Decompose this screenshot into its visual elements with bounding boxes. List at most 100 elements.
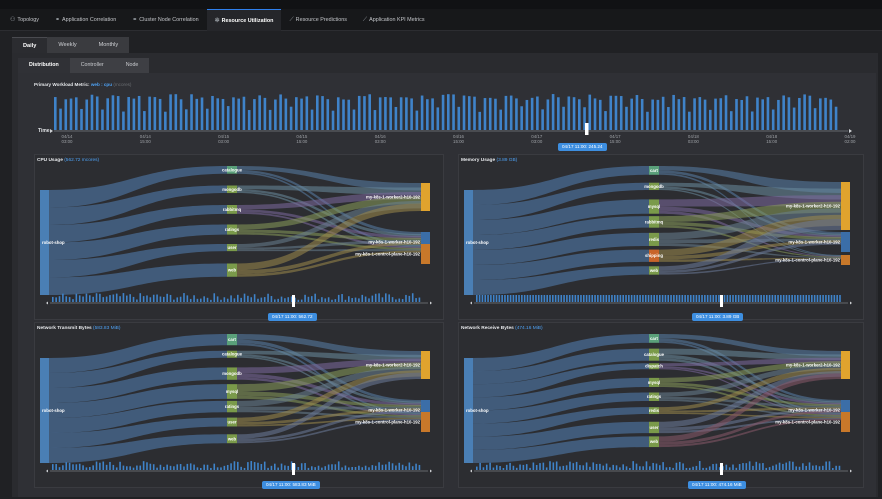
- mini-timeline-bar[interactable]: [391, 297, 394, 302]
- mini-timeline-bar[interactable]: [785, 295, 788, 302]
- mini-timeline-bar[interactable]: [668, 467, 671, 470]
- mini-timeline-bar[interactable]: [678, 461, 681, 470]
- mini-timeline-bar[interactable]: [126, 466, 128, 470]
- mini-timeline-bar[interactable]: [267, 293, 269, 302]
- mini-timeline-bar[interactable]: [361, 467, 364, 470]
- timeline-bar[interactable]: [541, 109, 544, 130]
- mini-timeline-bar[interactable]: [639, 295, 641, 302]
- mini-timeline-bar[interactable]: [102, 297, 105, 302]
- mini-timeline-bar[interactable]: [633, 295, 636, 302]
- mini-timeline-bar[interactable]: [609, 467, 611, 470]
- timeline-bar[interactable]: [394, 106, 398, 130]
- mini-timeline-bar[interactable]: [481, 295, 484, 302]
- mini-timeline-bar[interactable]: [398, 462, 401, 470]
- timeline-bar[interactable]: [672, 94, 675, 130]
- timeline-bar[interactable]: [782, 95, 785, 130]
- mini-timeline-bar[interactable]: [334, 299, 337, 302]
- mini-timeline-bar[interactable]: [186, 295, 189, 302]
- mini-timeline-bar[interactable]: [186, 463, 189, 470]
- mini-timeline-bar[interactable]: [129, 466, 131, 470]
- mini-timeline-bar[interactable]: [368, 467, 370, 470]
- mini-timeline-bar[interactable]: [300, 299, 303, 302]
- mini-timeline-bar[interactable]: [613, 295, 616, 302]
- mini-timeline-bar[interactable]: [589, 466, 591, 470]
- timeline-bar[interactable]: [326, 99, 330, 130]
- mini-timeline-bar[interactable]: [142, 296, 145, 302]
- period-tab-monthly[interactable]: Monthly: [87, 37, 130, 53]
- mini-timeline-bar[interactable]: [189, 298, 192, 302]
- mini-timeline-bar[interactable]: [757, 295, 760, 302]
- mini-timeline-bar[interactable]: [119, 461, 121, 470]
- timeline-bar[interactable]: [693, 98, 696, 130]
- mini-timeline-bar[interactable]: [665, 467, 668, 470]
- mini-timeline-bar[interactable]: [169, 294, 172, 302]
- timeline-bar[interactable]: [771, 109, 775, 130]
- timeline-bar[interactable]: [447, 94, 450, 130]
- timeline-bar[interactable]: [557, 97, 560, 130]
- timeline-bar[interactable]: [101, 109, 104, 130]
- scroll-left-icon[interactable]: [46, 301, 48, 305]
- mini-timeline-bar[interactable]: [532, 295, 534, 302]
- timeline-bar[interactable]: [357, 95, 361, 130]
- timeline-bar[interactable]: [646, 111, 649, 130]
- timeline-bar[interactable]: [604, 111, 607, 130]
- mini-timeline-bar[interactable]: [405, 466, 407, 470]
- timeline-bar[interactable]: [237, 98, 240, 130]
- mini-timeline-bar[interactable]: [263, 297, 266, 302]
- mini-timeline-bar[interactable]: [554, 295, 557, 302]
- timeline-bar[interactable]: [69, 98, 73, 130]
- mini-timeline-bar[interactable]: [715, 463, 718, 470]
- mini-timeline-bar[interactable]: [122, 465, 125, 470]
- mini-timeline-bar[interactable]: [595, 463, 598, 470]
- mini-timeline-bar[interactable]: [210, 299, 212, 302]
- mini-timeline-bar[interactable]: [772, 465, 774, 470]
- mini-timeline-bar[interactable]: [476, 466, 478, 470]
- mini-timeline-bar[interactable]: [284, 465, 286, 470]
- timeline-bar[interactable]: [688, 111, 691, 130]
- mini-timeline-bar[interactable]: [540, 295, 543, 302]
- mini-timeline-bar[interactable]: [92, 465, 94, 470]
- mini-timeline-bar[interactable]: [616, 295, 619, 302]
- mini-timeline-bar[interactable]: [670, 295, 672, 302]
- mini-timeline-bar[interactable]: [812, 465, 814, 470]
- timeline-bar[interactable]: [808, 95, 812, 130]
- timeline-bar[interactable]: [813, 108, 817, 130]
- mini-timeline-bar[interactable]: [523, 295, 526, 302]
- timeline-bar[interactable]: [95, 96, 99, 130]
- timeline-bar[interactable]: [137, 95, 141, 130]
- mini-timeline-bar[interactable]: [479, 462, 481, 470]
- mini-timeline-bar[interactable]: [344, 299, 347, 302]
- mini-timeline-bar[interactable]: [642, 295, 644, 302]
- mini-timeline-bar[interactable]: [687, 295, 689, 302]
- mini-timeline-bar[interactable]: [213, 463, 216, 470]
- mini-timeline-bar[interactable]: [552, 462, 555, 470]
- timeline-bar[interactable]: [467, 96, 471, 130]
- sankey-target-node[interactable]: [841, 351, 850, 379]
- mini-timeline-bar[interactable]: [274, 463, 276, 470]
- mini-timeline-bar[interactable]: [374, 465, 377, 470]
- mini-timeline-bar[interactable]: [109, 461, 111, 470]
- mini-timeline-bar[interactable]: [495, 465, 498, 470]
- timeline-bar[interactable]: [803, 94, 806, 130]
- mini-timeline-bar[interactable]: [582, 295, 585, 302]
- mini-timeline-bar[interactable]: [838, 465, 841, 470]
- mini-timeline-bar[interactable]: [243, 293, 246, 302]
- timeline-bar[interactable]: [735, 99, 738, 130]
- mini-timeline-bar[interactable]: [314, 467, 316, 470]
- timeline-bar[interactable]: [274, 99, 277, 130]
- mini-timeline-bar[interactable]: [351, 466, 353, 470]
- sankey-target-node[interactable]: [421, 412, 430, 432]
- mini-timeline-bar[interactable]: [105, 296, 108, 302]
- mini-timeline-bar[interactable]: [68, 297, 71, 302]
- mini-timeline-bar[interactable]: [85, 467, 88, 470]
- tab-application-kpi-metrics[interactable]: ⟋ Application KPI Metrics: [355, 9, 433, 31]
- mini-timeline-bar[interactable]: [401, 299, 404, 302]
- mini-timeline-bar[interactable]: [139, 293, 142, 302]
- timeline-bar[interactable]: [588, 94, 592, 130]
- mini-timeline-bar[interactable]: [815, 465, 817, 470]
- mini-timeline-bar[interactable]: [698, 295, 701, 302]
- mini-timeline-bar[interactable]: [549, 295, 551, 302]
- mini-timeline-bar[interactable]: [612, 464, 615, 470]
- mini-timeline-bar[interactable]: [408, 295, 411, 302]
- mini-timeline-bar[interactable]: [334, 464, 337, 470]
